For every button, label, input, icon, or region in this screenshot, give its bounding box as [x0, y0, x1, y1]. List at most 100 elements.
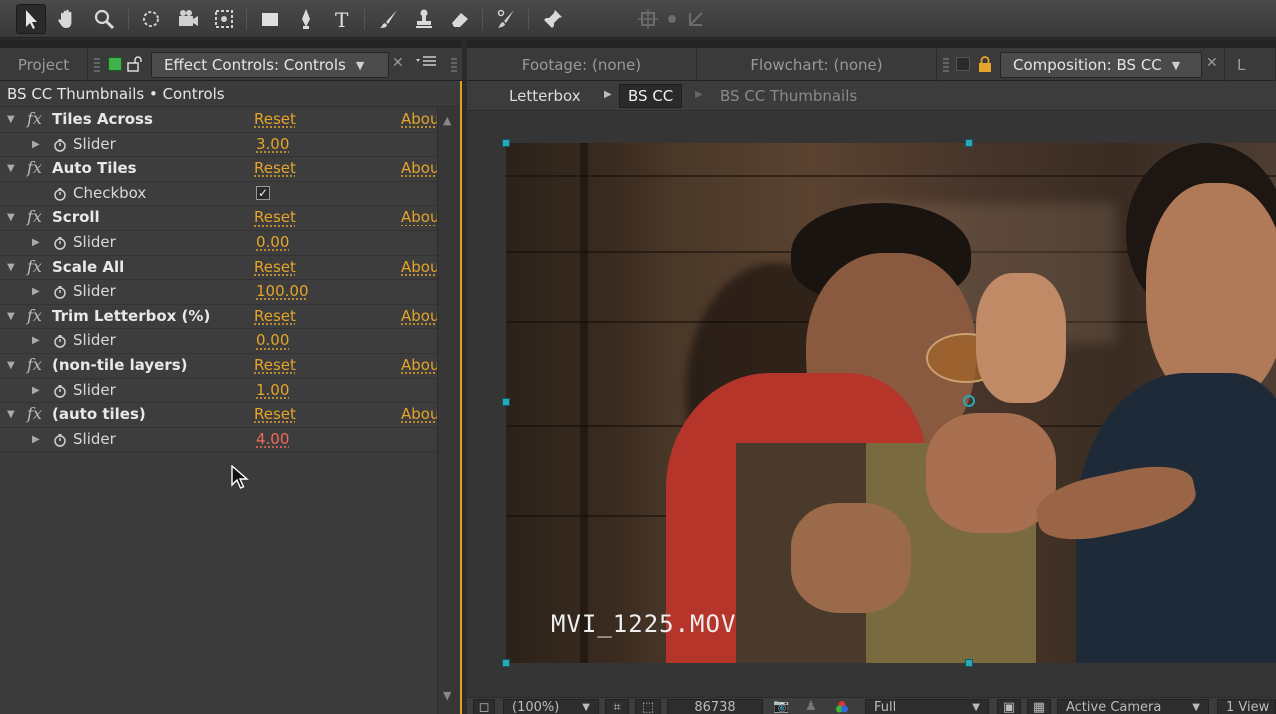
disclosure-triangle-open-icon[interactable]: ▼ [7, 311, 15, 322]
effect-row[interactable]: ▼ fx Auto Tiles Reset Abou [0, 157, 437, 182]
disclosure-triangle-closed-icon[interactable]: ▶ [32, 385, 40, 396]
breadcrumb-letterbox[interactable]: Letterbox [501, 84, 589, 108]
reset-link[interactable]: Reset [254, 258, 296, 276]
about-link[interactable]: Abou [401, 356, 437, 374]
reset-link[interactable]: Reset [254, 356, 296, 374]
chevron-down-icon[interactable]: ▼ [1172, 59, 1180, 72]
panel-menu-icon[interactable] [414, 54, 438, 72]
parameter-row[interactable]: ▶ Slider 3.00 [0, 132, 437, 158]
parameter-value[interactable]: 100.00 [256, 282, 309, 300]
disclosure-triangle-open-icon[interactable]: ▼ [7, 114, 15, 125]
disclosure-triangle-closed-icon[interactable]: ▶ [32, 335, 40, 346]
stopwatch-icon[interactable] [53, 138, 67, 152]
stopwatch-icon[interactable] [53, 384, 67, 398]
disclosure-triangle-closed-icon[interactable]: ▶ [32, 139, 40, 150]
rotation-tool-icon[interactable] [136, 4, 166, 34]
parameter-value[interactable]: 0.00 [256, 233, 289, 251]
vertical-scrollbar[interactable]: ▲ ▼ [437, 108, 460, 714]
magnification-dropdown[interactable]: (100%) ▼ [503, 699, 599, 714]
camera-view-dropdown[interactable]: Active Camera ▼ [1057, 699, 1209, 714]
scroll-down-icon[interactable]: ▼ [443, 689, 451, 702]
about-link[interactable]: Abou [401, 307, 437, 325]
disclosure-triangle-open-icon[interactable]: ▼ [7, 163, 15, 174]
layer-handle[interactable] [965, 659, 973, 667]
parameter-value[interactable]: 1.00 [256, 381, 289, 399]
disclosure-triangle-closed-icon[interactable]: ▶ [32, 286, 40, 297]
panel-grip-icon[interactable] [94, 58, 100, 72]
color-channels-icon[interactable] [835, 700, 849, 714]
disclosure-triangle-open-icon[interactable]: ▼ [7, 409, 15, 420]
parameter-row[interactable]: ▶ Slider 4.00 [0, 427, 437, 453]
effect-row[interactable]: ▼ fx Tiles Across Reset Abou [0, 108, 437, 133]
about-link[interactable]: Abou [401, 110, 437, 128]
clone-stamp-tool-icon[interactable] [409, 4, 439, 34]
composition-viewer[interactable]: MVI_1225.MOV [467, 112, 1276, 697]
breadcrumb-bs-cc[interactable]: BS CC [619, 84, 683, 108]
fx-toggle-icon[interactable]: fx [27, 257, 42, 276]
roto-brush-tool-icon[interactable] [492, 4, 522, 34]
rectangle-tool-icon[interactable] [255, 4, 285, 34]
camera-tool-icon[interactable] [173, 4, 203, 34]
breadcrumb-bs-cc-thumbnails[interactable]: BS CC Thumbnails [712, 84, 865, 108]
view-layout-dropdown[interactable]: 1 View [1217, 699, 1276, 714]
chevron-down-icon[interactable]: ▼ [356, 59, 364, 72]
type-tool-icon[interactable]: T [327, 4, 357, 34]
effect-row[interactable]: ▼ fx Scroll Reset Abou [0, 206, 437, 231]
effect-row[interactable]: ▼ fx (auto tiles) Reset Abou [0, 403, 437, 428]
current-time-display[interactable]: 86738 [667, 699, 763, 714]
stopwatch-icon[interactable] [53, 187, 67, 201]
snapshot-icon[interactable]: 📷 [773, 699, 789, 714]
scroll-up-icon[interactable]: ▲ [443, 114, 451, 127]
close-icon[interactable]: ✕ [392, 55, 404, 71]
panel-grip-icon[interactable] [943, 58, 949, 72]
tab-footage[interactable]: Footage: (none) [467, 48, 697, 81]
tab-flowchart[interactable]: Flowchart: (none) [697, 48, 937, 81]
tab-project[interactable]: Project [0, 48, 88, 81]
brush-tool-icon[interactable] [374, 4, 404, 34]
anchor-point-icon[interactable] [963, 395, 975, 407]
layer-handle[interactable] [502, 139, 510, 147]
parameter-row[interactable]: ▶ Slider 0.00 [0, 329, 437, 354]
reset-link[interactable]: Reset [254, 208, 296, 226]
auto-tiles-checkbox[interactable]: ✓ [256, 185, 270, 200]
disclosure-triangle-closed-icon[interactable]: ▶ [32, 434, 40, 445]
fx-toggle-icon[interactable]: fx [27, 158, 42, 177]
eraser-tool-icon[interactable] [445, 4, 475, 34]
stopwatch-icon[interactable] [53, 433, 67, 447]
effect-row[interactable]: ▼ fx (non-tile layers) Reset Abou [0, 353, 437, 379]
stopwatch-icon[interactable] [53, 236, 67, 250]
parameter-row[interactable]: ▶ Slider 0.00 [0, 230, 437, 256]
pan-behind-tool-icon[interactable] [209, 4, 239, 34]
parameter-value[interactable]: 3.00 [256, 135, 289, 153]
reset-link[interactable]: Reset [254, 159, 296, 177]
fx-toggle-icon[interactable]: fx [27, 404, 42, 423]
always-preview-icon[interactable]: ◻ [473, 699, 495, 714]
stopwatch-icon[interactable] [53, 334, 67, 349]
parameter-row[interactable]: Checkbox ✓ [0, 181, 437, 207]
unlock-icon[interactable] [127, 56, 145, 72]
hand-tool-icon[interactable] [52, 4, 82, 34]
about-link[interactable]: Abou [401, 258, 437, 276]
transparency-grid-icon[interactable]: ▦ [1027, 699, 1051, 714]
disclosure-triangle-open-icon[interactable]: ▼ [7, 360, 15, 371]
about-link[interactable]: Abou [401, 159, 437, 177]
lock-icon[interactable] [977, 56, 993, 73]
panel-grip-icon[interactable] [451, 58, 457, 72]
show-snapshot-icon[interactable]: ♟ [805, 699, 817, 714]
fx-toggle-icon[interactable]: fx [27, 306, 42, 325]
tab-composition[interactable]: Composition: BS CC ▼ [1000, 52, 1202, 78]
disclosure-triangle-closed-icon[interactable]: ▶ [32, 237, 40, 248]
tab-effect-controls[interactable]: Effect Controls: Controls ▼ [151, 52, 389, 78]
region-of-interest-icon[interactable]: ▣ [997, 699, 1021, 714]
parameter-value[interactable]: 0.00 [256, 331, 289, 349]
layer-handle[interactable] [502, 659, 510, 667]
parameter-row[interactable]: ▶ Slider 1.00 [0, 378, 437, 404]
fx-toggle-icon[interactable]: fx [27, 109, 42, 128]
fx-toggle-icon[interactable]: fx [27, 355, 42, 374]
stopwatch-icon[interactable] [53, 285, 67, 299]
pen-tool-icon[interactable] [291, 4, 321, 34]
fx-toggle-icon[interactable]: fx [27, 207, 42, 226]
disclosure-triangle-open-icon[interactable]: ▼ [7, 212, 15, 223]
reset-link[interactable]: Reset [254, 405, 296, 423]
about-link[interactable]: Abou [401, 405, 437, 423]
